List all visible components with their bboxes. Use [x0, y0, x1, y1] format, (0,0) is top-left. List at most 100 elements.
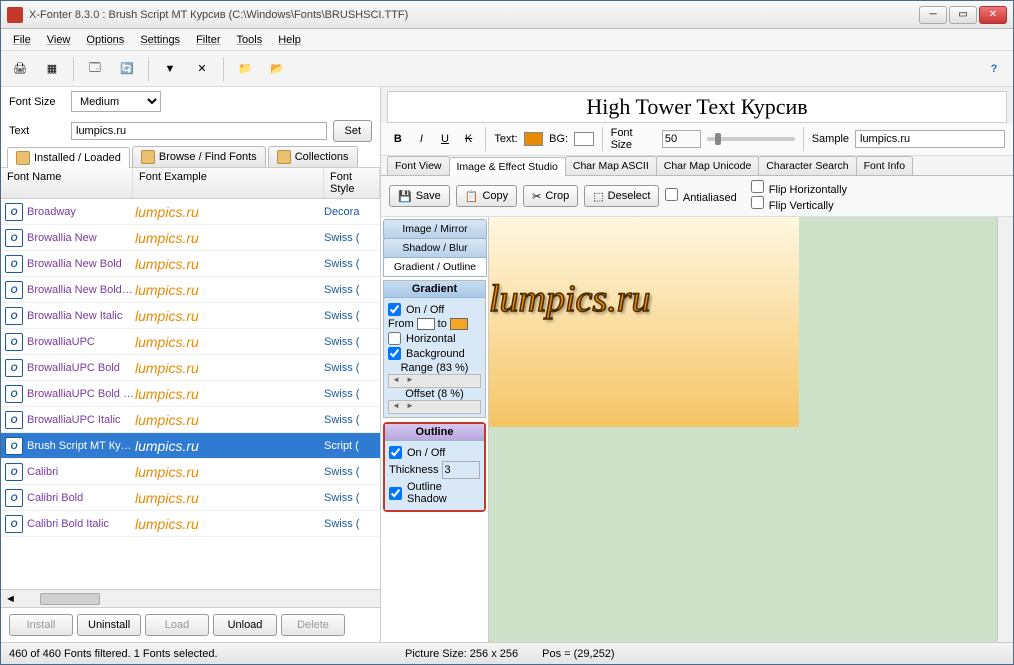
table-row[interactable]: OBrowalliaUPC Boldlumpics.ruSwiss (	[1, 355, 380, 381]
clear-filter-icon[interactable]: ✕	[189, 56, 215, 82]
table-row[interactable]: OBroadwaylumpics.ruDecora	[1, 199, 380, 225]
outline-header: Outline	[385, 424, 484, 441]
vertical-scrollbar[interactable]	[997, 217, 1013, 642]
menu-view[interactable]: View	[47, 34, 71, 46]
col-name[interactable]: Font Name	[1, 168, 133, 198]
tab-charsearch[interactable]: Character Search	[758, 156, 856, 175]
compare-icon[interactable]: ▦	[39, 56, 65, 82]
col-style[interactable]: Font Style	[324, 168, 380, 198]
print-icon[interactable]: 🖨	[7, 56, 33, 82]
tab-imagestudio[interactable]: Image & Effect Studio	[449, 157, 566, 176]
text-color[interactable]	[524, 132, 544, 146]
fontsize-label: Font Size	[9, 96, 65, 108]
canvas-text: lumpics.ru	[489, 277, 651, 321]
strike-button[interactable]: K	[460, 130, 478, 148]
text-input[interactable]	[71, 122, 327, 140]
close-button[interactable]: ✕	[979, 6, 1007, 24]
collection-manage-icon[interactable]: 📂	[264, 56, 290, 82]
tab-fontinfo[interactable]: Font Info	[856, 156, 913, 175]
deselect-button[interactable]: ⬚ Deselect	[584, 185, 659, 207]
underline-button[interactable]: U	[436, 130, 454, 148]
folder-icon	[141, 150, 155, 164]
menu-tools[interactable]: Tools	[237, 34, 263, 46]
flipv-check[interactable]: Flip Vertically	[751, 196, 847, 212]
to-color[interactable]	[450, 318, 468, 330]
font-example: lumpics.ru	[135, 256, 324, 272]
offset-label: Offset (8 %)	[388, 388, 481, 400]
font-name: Brush Script MT Кур...	[27, 440, 135, 452]
size-slider[interactable]	[707, 137, 795, 141]
tab-charmap-ascii[interactable]: Char Map ASCII	[565, 156, 657, 175]
tab-installed[interactable]: Installed / Loaded	[7, 147, 130, 168]
menu-settings[interactable]: Settings	[140, 34, 180, 46]
save-button[interactable]: 💾 Save	[389, 185, 450, 207]
font-name: Browallia New Italic	[27, 310, 135, 322]
table-row[interactable]: OBrowalliaUPC Italiclumpics.ruSwiss (	[1, 407, 380, 433]
font-check-icon: O	[5, 203, 23, 221]
table-row[interactable]: OBrowallia New Bold I...lumpics.ruSwiss …	[1, 277, 380, 303]
tab-charmap-unicode[interactable]: Char Map Unicode	[656, 156, 760, 175]
antialiased-check[interactable]: Antialiased	[665, 188, 736, 204]
outline-onoff[interactable]	[389, 446, 402, 459]
menu-help[interactable]: Help	[278, 34, 301, 46]
tab-shadow-blur[interactable]: Shadow / Blur	[383, 238, 487, 258]
table-row[interactable]: OBrowallia Newlumpics.ruSwiss (	[1, 225, 380, 251]
table-row[interactable]: OCalibri Boldlumpics.ruSwiss (	[1, 485, 380, 511]
horizontal-check[interactable]	[388, 332, 401, 345]
delete-button[interactable]: Delete	[281, 614, 345, 636]
horizontal-scrollbar[interactable]: ◄	[1, 590, 380, 608]
table-row[interactable]: OCalibrilumpics.ruSwiss (	[1, 459, 380, 485]
filter-icon[interactable]: ▼	[157, 56, 183, 82]
set-button[interactable]: Set	[333, 120, 372, 142]
gradient-onoff[interactable]	[388, 303, 401, 316]
font-style: Swiss (	[324, 414, 380, 426]
menu-file[interactable]: File	[13, 34, 31, 46]
from-color[interactable]	[417, 318, 435, 330]
unload-button[interactable]: Unload	[213, 614, 277, 636]
offset-slider[interactable]	[388, 400, 481, 414]
table-row[interactable]: OBrowallia New Boldlumpics.ruSwiss (	[1, 251, 380, 277]
load-button[interactable]: Load	[145, 614, 209, 636]
table-row[interactable]: OBrowalliaUPClumpics.ruSwiss (	[1, 329, 380, 355]
table-row[interactable]: OBrush Script MT Кур...lumpics.ruScript …	[1, 433, 380, 459]
tab-browse[interactable]: Browse / Find Fonts	[132, 146, 266, 167]
refresh-icon[interactable]: 🔄	[114, 56, 140, 82]
copy-button[interactable]: 📋 Copy	[456, 185, 517, 207]
tab-gradient-outline[interactable]: Gradient / Outline	[383, 257, 487, 277]
range-slider[interactable]	[388, 374, 481, 388]
outline-shadow-check[interactable]	[389, 487, 402, 500]
bg-color[interactable]	[574, 132, 594, 146]
bold-button[interactable]: B	[389, 130, 407, 148]
view-icon[interactable]: 🗔	[82, 56, 108, 82]
maximize-button[interactable]: ▭	[949, 6, 977, 24]
font-list[interactable]: OBroadwaylumpics.ruDecoraOBrowallia Newl…	[1, 199, 380, 590]
crop-button[interactable]: ✂ Crop	[523, 185, 578, 207]
col-example[interactable]: Font Example	[133, 168, 324, 198]
toolbar: 🖨 ▦ 🗔 🔄 ▼ ✕ 📁 📂 ?	[1, 51, 1013, 87]
folder-icon	[277, 150, 291, 164]
sample-input[interactable]	[855, 130, 1005, 148]
minimize-button[interactable]: ─	[919, 6, 947, 24]
collection-add-icon[interactable]: 📁	[232, 56, 258, 82]
italic-button[interactable]: I	[413, 130, 431, 148]
fontsize-select[interactable]: Medium	[71, 91, 161, 112]
table-row[interactable]: OBrowallia New Italiclumpics.ruSwiss (	[1, 303, 380, 329]
thickness-spinner[interactable]: 3	[442, 461, 480, 479]
font-style: Swiss (	[324, 466, 380, 478]
fontsize-spinner[interactable]: 50	[662, 130, 701, 148]
menu-filter[interactable]: Filter	[196, 34, 220, 46]
table-row[interactable]: OCalibri Bold Italiclumpics.ruSwiss (	[1, 511, 380, 537]
menu-options[interactable]: Options	[86, 34, 124, 46]
tab-collections[interactable]: Collections	[268, 146, 358, 167]
table-row[interactable]: OBrowalliaUPC Bold It...lumpics.ruSwiss …	[1, 381, 380, 407]
tab-image-mirror[interactable]: Image / Mirror	[383, 219, 487, 239]
preview-canvas[interactable]: lumpics.ru	[489, 217, 997, 642]
uninstall-button[interactable]: Uninstall	[77, 614, 141, 636]
help-icon[interactable]: ?	[981, 56, 1007, 82]
tab-fontview[interactable]: Font View	[387, 156, 450, 175]
font-check-icon: O	[5, 437, 23, 455]
background-check[interactable]	[388, 347, 401, 360]
install-button[interactable]: Install	[9, 614, 73, 636]
bg-label: BG:	[549, 133, 568, 145]
fliph-check[interactable]: Flip Horizontally	[751, 180, 847, 196]
